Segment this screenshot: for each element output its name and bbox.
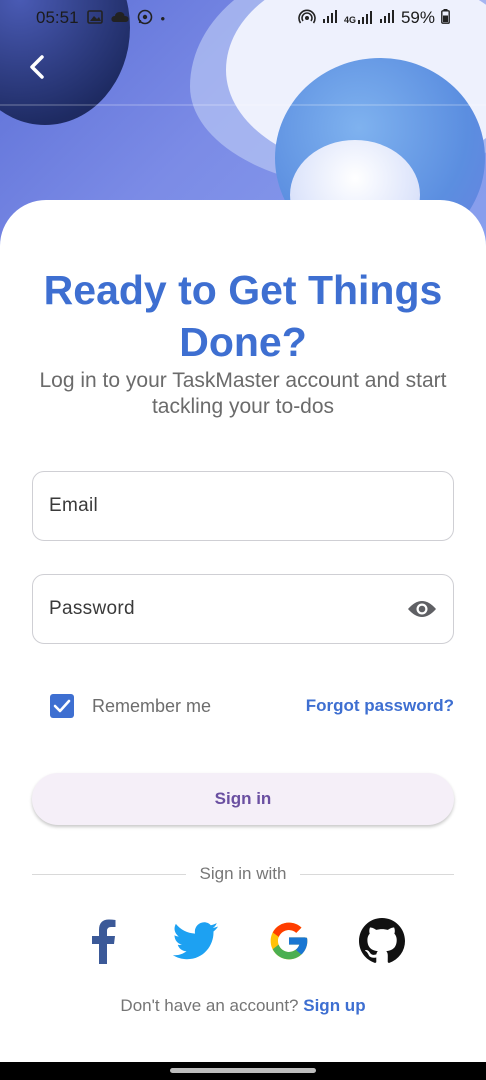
signal-icon (379, 9, 395, 27)
status-time: 05:51 (36, 8, 79, 27)
cloud-icon (110, 11, 129, 26)
password-input[interactable] (49, 598, 399, 620)
toggle-password-visibility-button[interactable] (407, 597, 437, 621)
divider-line (32, 873, 186, 875)
email-field[interactable] (32, 471, 454, 541)
battery-percent: 59% (400, 8, 435, 27)
dot-icon: • (160, 10, 166, 26)
system-nav-bar (0, 1062, 486, 1080)
social-login-row (0, 916, 486, 966)
twitter-icon (173, 922, 219, 960)
whatsapp-icon (137, 9, 153, 28)
signal-icon (322, 9, 338, 27)
checkmark-icon (53, 699, 71, 713)
eye-icon (408, 601, 436, 617)
facebook-icon (92, 919, 116, 964)
sign-up-text: Don't have an account? (120, 996, 299, 1015)
decor-band (0, 104, 486, 106)
sign-in-with-divider: Sign in with (32, 862, 454, 886)
github-login-button[interactable] (357, 916, 407, 966)
battery-icon (441, 9, 450, 27)
github-icon (359, 918, 405, 963)
gallery-icon (86, 9, 103, 27)
network-label: 4G (343, 15, 356, 25)
status-bar: 05:51 • 4G 59% (0, 0, 486, 36)
status-left: 05:51 • (36, 8, 165, 28)
signal-4g-icon: 4G (344, 11, 373, 25)
back-button[interactable] (22, 50, 52, 84)
forgot-password-link[interactable]: Forgot password? (306, 696, 454, 716)
chevron-left-icon (30, 55, 44, 79)
divider-line (300, 873, 454, 875)
sign-up-prompt: Don't have an account? Sign up (0, 996, 486, 1016)
google-login-button[interactable] (264, 916, 314, 966)
home-gesture-handle[interactable] (170, 1068, 316, 1073)
password-field[interactable] (32, 574, 454, 644)
hotspot-icon (298, 9, 316, 28)
remember-me-checkbox[interactable] (50, 694, 74, 718)
remember-me-label: Remember me (92, 695, 212, 716)
facebook-login-button[interactable] (78, 916, 128, 966)
page-title: Ready to Get Things Done? (43, 267, 443, 365)
twitter-login-button[interactable] (171, 916, 221, 966)
sign-up-link[interactable]: Sign up (303, 996, 365, 1015)
google-icon (270, 922, 308, 960)
divider-label: Sign in with (199, 864, 287, 883)
email-input[interactable] (49, 495, 437, 517)
page-subtitle: Log in to your TaskMaster account and st… (39, 369, 447, 418)
remember-me[interactable]: Remember me (50, 694, 211, 718)
status-right: 4G 59% (298, 8, 450, 28)
sign-in-button[interactable]: Sign in (32, 773, 454, 825)
